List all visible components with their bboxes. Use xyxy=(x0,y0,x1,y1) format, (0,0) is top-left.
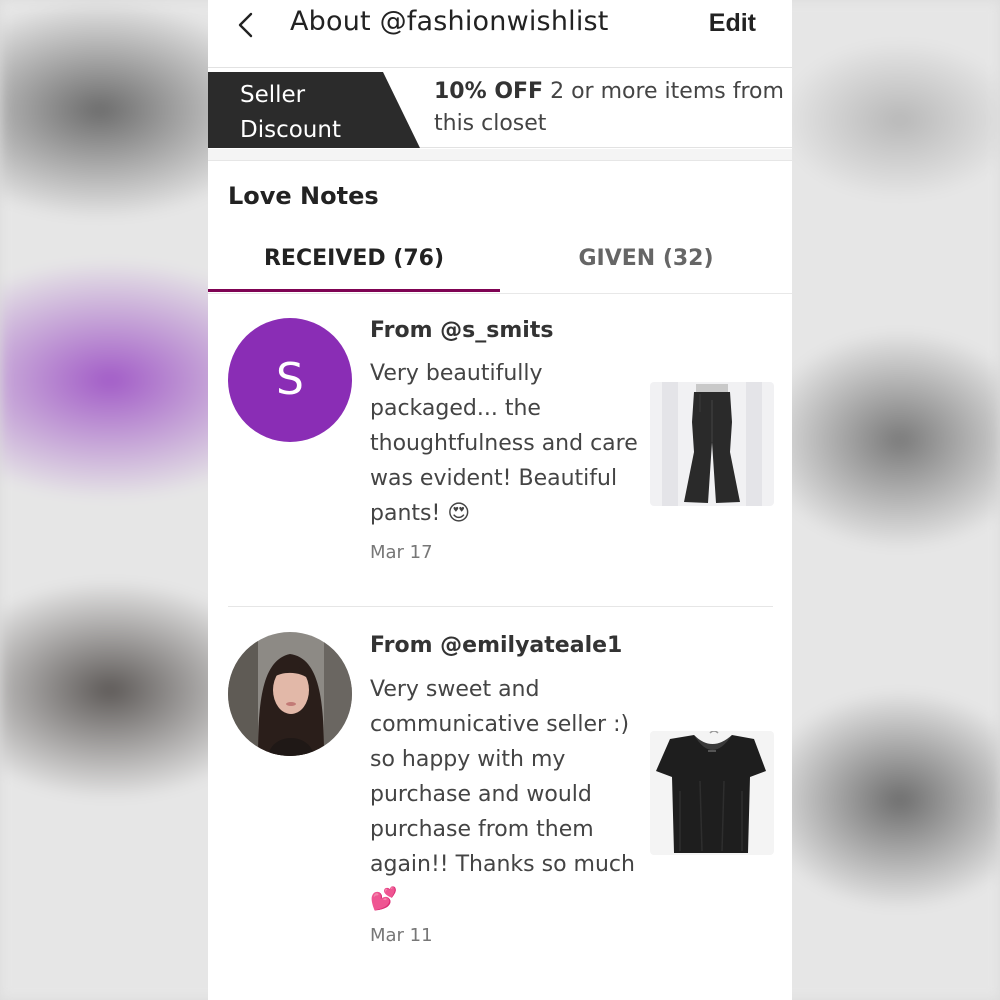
note-sender[interactable]: From @s_smits xyxy=(370,318,553,343)
seller-discount-label: Seller Discount xyxy=(240,78,390,148)
note-message: Very beautifully packaged... the thought… xyxy=(370,356,640,531)
user-photo-icon xyxy=(228,632,352,756)
avatar-initial: S xyxy=(276,354,304,405)
seller-discount-banner: Seller Discount 10% OFF 2 or more items … xyxy=(208,72,792,148)
tab-given[interactable]: GIVEN (32) xyxy=(500,236,792,294)
page-title: About @fashionwishlist xyxy=(290,6,609,37)
avatar[interactable] xyxy=(228,632,352,756)
love-note-item: S From @s_smits Very beautifully package… xyxy=(208,300,792,606)
discount-offer: 10% OFF 2 or more items from this closet xyxy=(434,76,784,140)
seller-discount-label-line2: Discount xyxy=(240,117,341,143)
discount-percent: 10% OFF xyxy=(434,79,544,104)
black-velvet-top-icon xyxy=(650,731,774,855)
back-chevron-icon[interactable] xyxy=(234,10,258,40)
note-sender[interactable]: From @emilyateale1 xyxy=(370,633,622,658)
tab-received[interactable]: RECEIVED (76) xyxy=(208,236,500,294)
note-message-text: Very sweet and communicative seller :) s… xyxy=(370,677,635,877)
love-notes-tabs: RECEIVED (76) GIVEN (32) xyxy=(208,236,792,294)
note-message: Very sweet and communicative seller :) s… xyxy=(370,672,640,917)
item-thumbnail[interactable] xyxy=(650,382,774,506)
item-thumbnail[interactable] xyxy=(650,731,774,855)
seller-discount-label-line1: Seller xyxy=(240,82,306,108)
section-divider xyxy=(208,149,792,161)
edit-button[interactable]: Edit xyxy=(709,9,756,38)
note-date: Mar 11 xyxy=(370,925,433,946)
screen: About @fashionwishlist Edit Seller Disco… xyxy=(208,0,792,1000)
avatar[interactable]: S xyxy=(228,318,352,442)
black-flared-pants-icon xyxy=(650,382,774,506)
note-message-text: Very beautifully packaged... the thought… xyxy=(370,361,638,526)
love-note-item: From @emilyateale1 Very sweet and commun… xyxy=(208,607,792,1000)
note-date: Mar 17 xyxy=(370,542,433,563)
love-notes-title: Love Notes xyxy=(228,182,379,210)
heart-eyes-emoji-icon: 😍 xyxy=(447,501,471,526)
two-hearts-emoji-icon: 💕 xyxy=(370,887,398,912)
header-bar: About @fashionwishlist Edit xyxy=(208,0,792,68)
